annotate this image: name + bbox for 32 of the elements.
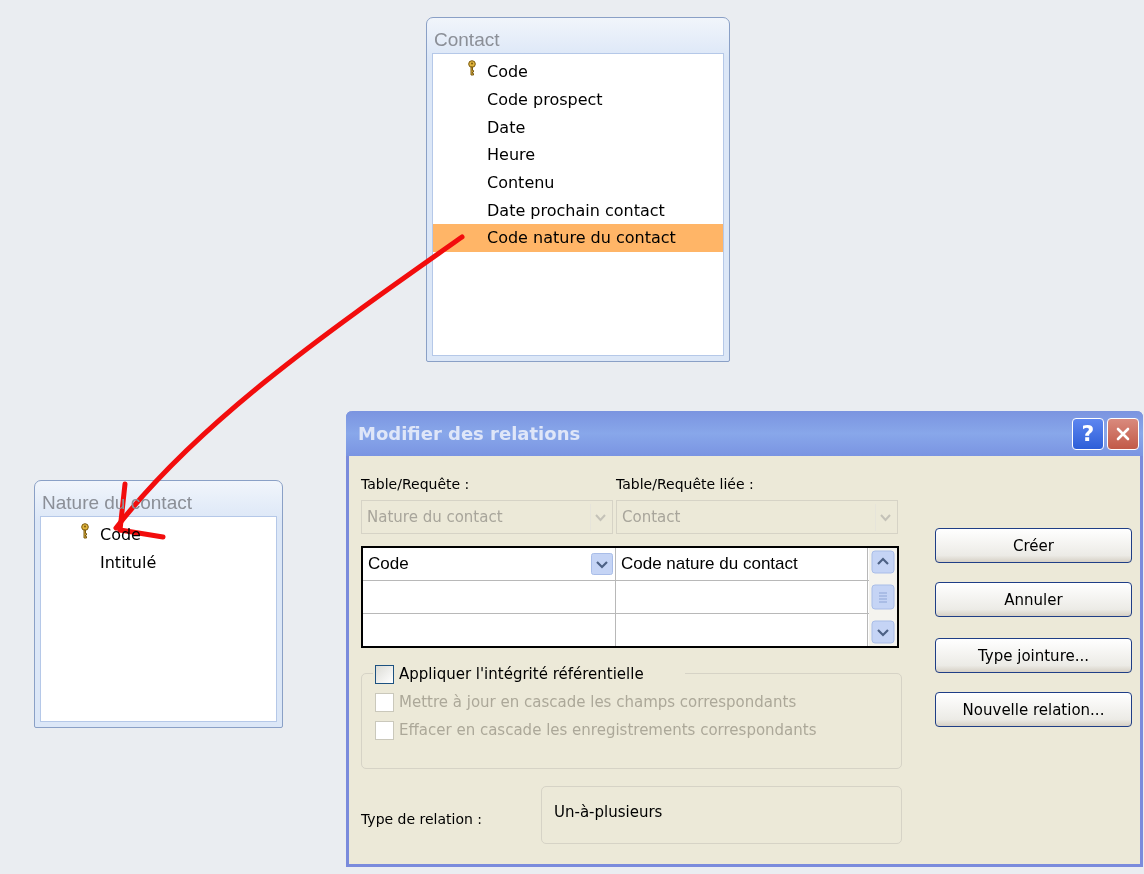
help-button[interactable]: ?	[1072, 417, 1104, 450]
checkbox-label: Appliquer l'intégrité référentielle	[399, 665, 644, 683]
field-name[interactable]: Heure	[487, 145, 536, 165]
field-name[interactable]: Code prospect	[487, 90, 603, 110]
field-name[interactable]: Date	[487, 117, 526, 137]
window-title: Modifier des relations	[358, 423, 581, 444]
field-name[interactable]: Date prochain contact	[487, 200, 665, 220]
scroll-down-icon[interactable]	[871, 620, 895, 644]
scroll-up-icon[interactable]	[871, 550, 895, 574]
field-name[interactable]: Code	[487, 62, 528, 82]
table-title: Contact	[433, 28, 501, 52]
checkbox-label: Effacer en cascade les enregistrements correspondants	[399, 721, 817, 739]
field-name[interactable]: Intitulé	[100, 553, 157, 573]
dialog-button[interactable]: Type jointure...	[935, 638, 1132, 673]
dialog-button[interactable]: Créer	[935, 528, 1132, 563]
scrollbar[interactable]	[869, 548, 897, 646]
field-label: Type de relation :	[361, 810, 484, 827]
grid-cell[interactable]: Code nature du contact	[621, 554, 798, 574]
grid-cell[interactable]: Code	[368, 554, 409, 574]
scroll-thumb-icon[interactable]	[871, 584, 895, 610]
close-button[interactable]	[1107, 417, 1139, 450]
checkbox-label: Mettre à jour en cascade les champs correspondants	[399, 693, 797, 711]
dialog-button[interactable]: Annuler	[935, 582, 1132, 617]
field-label: Table/Requête liée :	[616, 476, 755, 492]
close-icon	[1115, 425, 1131, 442]
checkbox[interactable]	[375, 664, 394, 684]
field-name[interactable]: Contenu	[487, 173, 555, 193]
field-label: Table/Requête :	[361, 476, 471, 492]
relation-type-field: Un-à-plusieurs	[541, 786, 902, 844]
field-name[interactable]: Code	[100, 525, 141, 545]
field-name[interactable]: Code nature du contact	[487, 228, 676, 248]
dialog-button[interactable]: Nouvelle relation...	[935, 692, 1132, 727]
